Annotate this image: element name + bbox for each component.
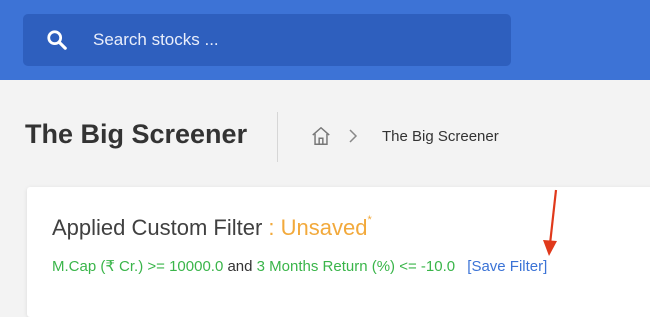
search-box[interactable]	[23, 14, 511, 66]
home-icon[interactable]	[310, 125, 332, 147]
filter-title: Applied Custom Filter : Unsaved*	[52, 213, 372, 241]
filter-status: Unsaved	[280, 215, 368, 240]
breadcrumb-current: The Big Screener	[382, 127, 499, 145]
filter-heading: Applied Custom Filter	[52, 215, 263, 240]
top-bar	[0, 0, 650, 80]
search-input[interactable]	[91, 29, 475, 51]
search-icon[interactable]	[46, 29, 68, 51]
title-divider	[277, 112, 278, 162]
unsaved-marker: *	[367, 213, 372, 226]
filter-status-separator: :	[262, 215, 281, 240]
criteria-joiner: and	[227, 258, 253, 275]
save-filter-link[interactable]: [Save Filter]	[467, 258, 547, 275]
criteria-3-month-return: 3 Months Return (%) <= -10.0	[256, 258, 456, 275]
page-title: The Big Screener	[25, 119, 248, 149]
arrow-down-icon	[543, 189, 558, 256]
breadcrumb: The Big Screener	[310, 125, 499, 147]
chevron-right-icon	[349, 129, 358, 143]
filter-criteria: M.Cap (₹ Cr.) >= 10000.0 and 3 Months Re…	[52, 257, 547, 275]
criteria-market-cap: M.Cap (₹ Cr.) >= 10000.0	[52, 258, 224, 275]
